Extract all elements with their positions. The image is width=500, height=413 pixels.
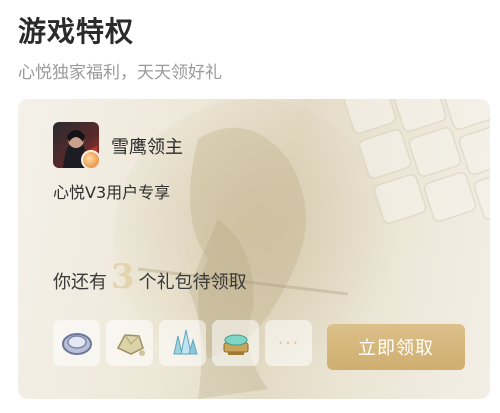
game-avatar-icon[interactable] [53, 122, 99, 168]
vip-requirement-text: 心悦V3用户专享 [53, 183, 171, 202]
ore-icon [116, 334, 145, 356]
more-gifts-button[interactable]: ··· [265, 320, 312, 366]
claim-now-button[interactable]: 立即领取 [327, 324, 465, 370]
game-name: 雪鹰领主 [111, 137, 183, 158]
gift-item[interactable] [53, 320, 100, 366]
silver-coin-icon [61, 333, 92, 355]
game-privilege-card[interactable]: 雪鹰领主 心悦V3用户专享 你还有 3 个礼包待领取 ··· 立即领取 [18, 99, 490, 399]
vip-badge-icon [81, 150, 99, 168]
gift-items-list: ··· [53, 320, 312, 366]
gift-item[interactable] [212, 320, 259, 366]
jade-chest-icon [223, 334, 248, 355]
crystal-icon [172, 329, 198, 355]
section-subtitle: 心悦独家福利，天天领好礼 [18, 63, 222, 83]
section-title: 游戏特权 [18, 15, 135, 48]
gift-item[interactable] [159, 320, 206, 366]
gift-prefix: 你还有 [53, 272, 107, 293]
gift-suffix: 个礼包待领取 [138, 272, 247, 293]
gift-count: 3 [111, 257, 135, 297]
pending-gifts-text: 你还有 3 个礼包待领取 [53, 257, 247, 297]
gift-item[interactable] [106, 320, 153, 366]
